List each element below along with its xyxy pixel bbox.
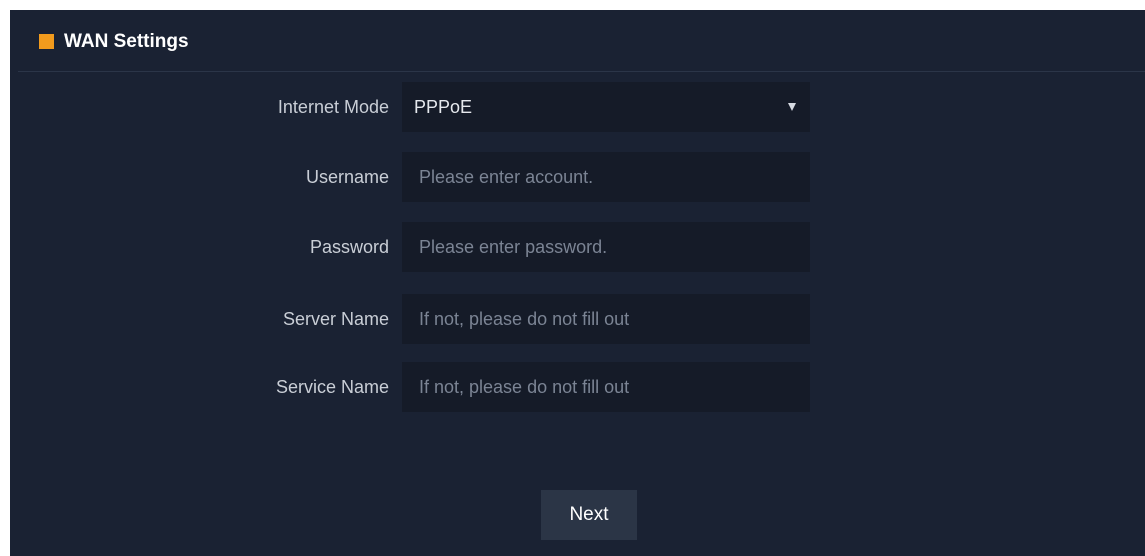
next-button[interactable]: Next bbox=[541, 490, 637, 540]
server-name-input[interactable] bbox=[402, 294, 810, 344]
password-label: Password bbox=[309, 237, 389, 257]
username-row: Username bbox=[10, 152, 1145, 202]
server-name-row: Server Name bbox=[10, 294, 1145, 344]
internet-mode-label: Internet Mode bbox=[277, 97, 389, 117]
dropdown-arrow-icon bbox=[788, 103, 796, 111]
internet-mode-value: PPPoE bbox=[414, 97, 473, 117]
service-name-label: Service Name bbox=[275, 377, 389, 397]
server-name-label: Server Name bbox=[282, 309, 389, 329]
service-name-input[interactable] bbox=[402, 362, 810, 412]
password-input[interactable] bbox=[402, 222, 810, 272]
square-icon bbox=[39, 34, 54, 49]
username-label: Username bbox=[305, 167, 389, 187]
internet-mode-select[interactable]: PPPoE bbox=[402, 82, 810, 132]
page-title: WAN Settings bbox=[64, 31, 189, 52]
password-row: Password bbox=[10, 222, 1145, 272]
panel-header: WAN Settings bbox=[10, 10, 1145, 71]
wan-settings-panel: WAN Settings Internet Mode PPPoE Usernam… bbox=[10, 10, 1145, 556]
service-name-row: Service Name bbox=[10, 362, 1145, 412]
header-divider bbox=[18, 71, 1145, 72]
username-input[interactable] bbox=[402, 152, 810, 202]
internet-mode-row: Internet Mode PPPoE bbox=[10, 82, 1145, 132]
